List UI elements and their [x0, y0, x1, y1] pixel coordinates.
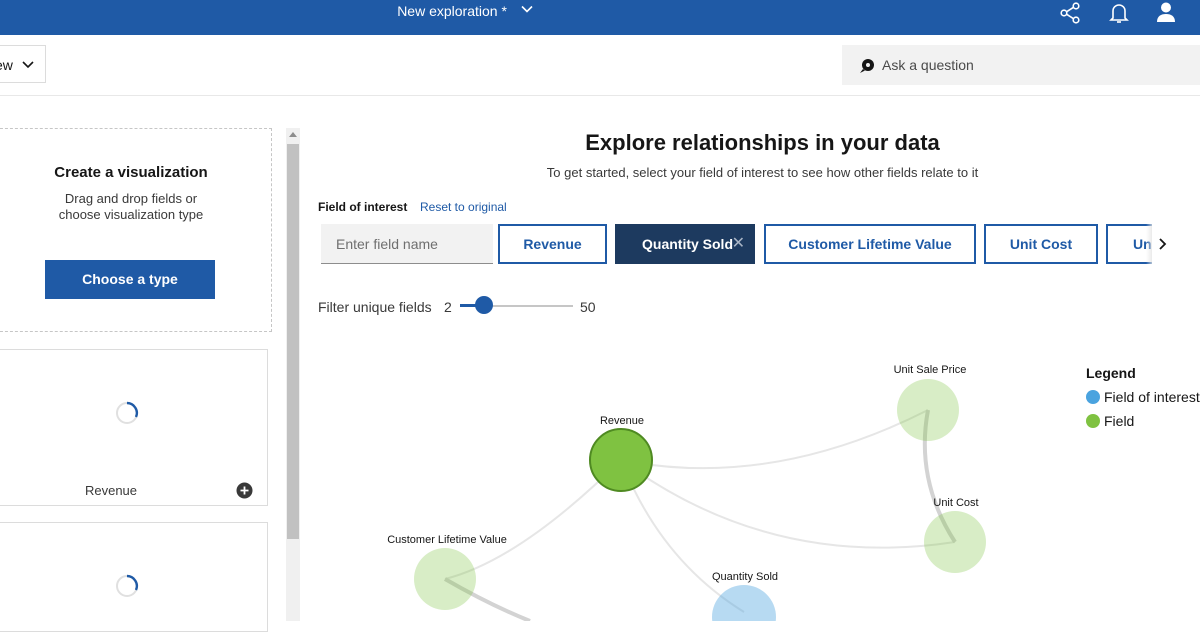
graph-node-customer-lifetime-value[interactable] — [414, 548, 476, 610]
notification-icon[interactable] — [1107, 1, 1131, 25]
scroll-up-arrow-icon[interactable] — [289, 131, 297, 137]
chevron-right-icon — [1159, 238, 1167, 250]
field-chip-label: Unit Cost — [1009, 236, 1073, 252]
loading-spinner-icon — [116, 574, 139, 597]
filter-unique-fields-label: Filter unique fields — [318, 299, 432, 315]
visualization-card-title: Revenue — [84, 483, 138, 498]
close-icon[interactable]: ✕ — [732, 226, 745, 262]
loading-spinner-icon — [116, 401, 139, 424]
visualization-card[interactable] — [0, 522, 268, 632]
create-visualization-heading: Create a visualization — [54, 164, 208, 181]
exploration-title[interactable]: New exploration * — [0, 0, 930, 35]
reset-to-original-link[interactable]: Reset to original — [420, 200, 507, 214]
graph-node-label: Unit Cost — [933, 497, 979, 509]
page-title: Explore relationships in your data — [585, 130, 940, 155]
graph-node-unit-sale-price[interactable] — [897, 379, 959, 441]
graph-node-label: Revenue — [599, 415, 645, 427]
field-chip-revenue[interactable]: Revenue — [498, 224, 607, 264]
field-chip-label: Customer Lifetime Value — [788, 236, 952, 252]
legend-item-label: Field — [1104, 413, 1135, 429]
legend-title: Legend — [1086, 365, 1136, 381]
graph-node-unit-cost[interactable] — [924, 511, 986, 573]
toolbar: ew Ask a question — [0, 35, 1200, 96]
view-dropdown[interactable]: ew — [0, 45, 46, 83]
filter-max-value: 50 — [580, 299, 596, 315]
exploration-title-text[interactable]: New exploration * — [397, 0, 507, 21]
graph-node-revenue[interactable] — [589, 428, 653, 492]
panel-scrollbar-thumb[interactable] — [287, 144, 299, 539]
legend-item-field-of-interest: Field of interest — [1086, 389, 1200, 405]
create-visualization-description: Drag and drop fields or choose visualiza… — [58, 191, 204, 222]
create-visualization-dropzone[interactable]: Create a visualization Drag and drop fie… — [0, 128, 272, 332]
graph-edge — [620, 409, 929, 470]
view-dropdown-label: ew — [0, 57, 13, 73]
chevron-down-icon[interactable] — [521, 3, 533, 15]
page-subtitle: To get started, select your field of int… — [546, 165, 979, 180]
filter-slider-thumb[interactable] — [475, 296, 493, 314]
relationship-graph[interactable]: Unit Sale Price Revenue Unit Cost Custom… — [300, 340, 1080, 621]
user-icon[interactable] — [1154, 0, 1178, 24]
share-icon[interactable] — [1058, 1, 1082, 25]
field-name-input[interactable] — [321, 224, 493, 264]
graph-node-label: Quantity Sold — [711, 571, 779, 583]
field-of-interest-label: Field of interest — [318, 200, 408, 214]
graph-edge — [620, 459, 956, 549]
field-chip-customer-lifetime-value[interactable]: Customer Lifetime Value — [764, 224, 976, 264]
visualization-card[interactable]: Revenue — [0, 349, 268, 506]
field-chip-label: Revenue — [523, 236, 582, 252]
graph-node-label: Customer Lifetime Value — [387, 534, 507, 546]
ask-question-placeholder: Ask a question — [882, 57, 974, 73]
chevron-down-icon — [22, 61, 34, 69]
graph-node-quantity-sold[interactable] — [712, 585, 776, 621]
add-icon[interactable] — [236, 482, 253, 499]
ask-question-input[interactable]: Ask a question — [842, 45, 1200, 85]
field-chip-quantity-sold[interactable]: Quantity Sold ✕ — [615, 224, 755, 264]
field-name-text-input[interactable] — [321, 224, 493, 263]
legend-dot — [1086, 390, 1100, 404]
assistant-icon — [860, 59, 874, 73]
top-bar: New exploration * — [0, 0, 1200, 35]
legend-item-label: Field of interest — [1104, 389, 1200, 405]
graph-node-label: Unit Sale Price — [893, 364, 967, 376]
field-chip-label: Quantity Sold — [642, 236, 733, 252]
filter-min-value: 2 — [444, 299, 452, 315]
relationship-graph-canvas — [414, 379, 986, 621]
field-chip-unit-cost[interactable]: Unit Cost — [984, 224, 1098, 264]
legend-item-field: Field — [1086, 413, 1134, 429]
legend-dot — [1086, 414, 1100, 428]
choose-type-button[interactable]: Choose a type — [45, 260, 215, 299]
chip-scroll-next-button[interactable] — [1152, 224, 1176, 264]
